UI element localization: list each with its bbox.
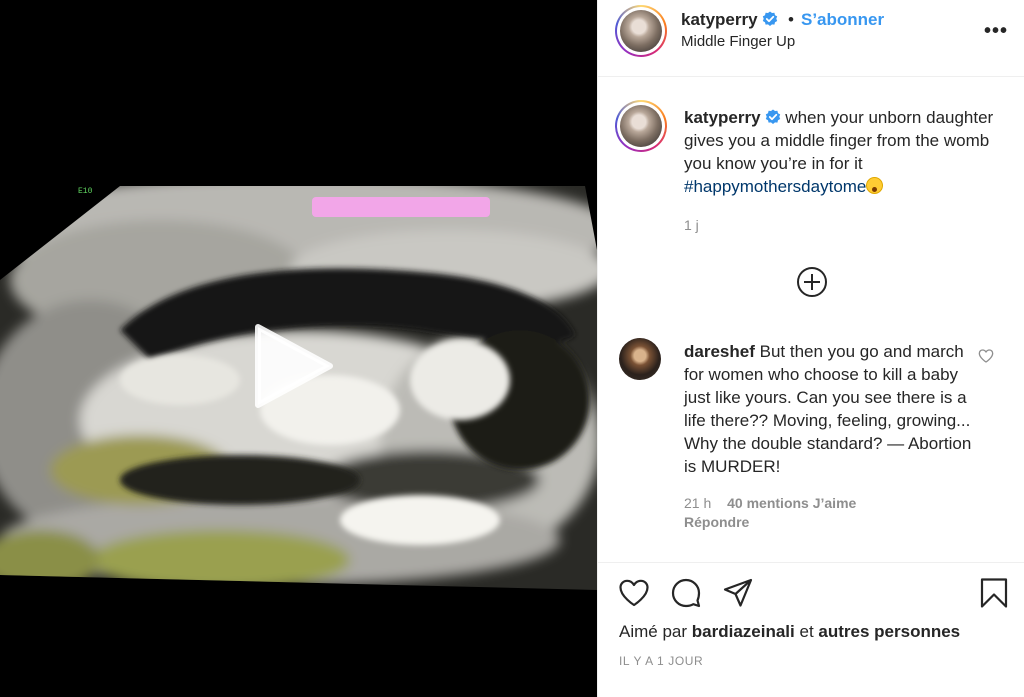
post-panel: katyperry • S’abonner Middle Finger Up •… [597,0,1024,697]
liked-others-link[interactable]: autres personnes [818,622,960,641]
comment-text: dareshef But then you go and march for w… [684,340,974,478]
liked-by-text: Aimé par bardiazeinali et autres personn… [619,622,960,642]
caption-username[interactable]: katyperry [684,108,761,127]
author-username-link[interactable]: katyperry [681,10,778,30]
share-paper-plane-icon[interactable] [722,577,754,609]
scan-overlay-label: E10 [78,187,93,196]
caption-text: katyperry when your unborn daughter give… [684,106,994,198]
liked-user-link[interactable]: bardiazeinali [692,622,795,641]
comment-bubble-icon[interactable] [670,577,702,609]
play-button[interactable] [252,323,334,409]
post-header: katyperry • S’abonner Middle Finger Up •… [598,0,1024,77]
more-options-button[interactable]: ••• [984,20,1008,43]
hashtag-link[interactable]: #happymothersdaytome [684,177,866,196]
comment-likes-link[interactable]: 40 mentions J’aime [727,495,856,511]
verified-badge-icon [762,11,777,26]
post-actions: Aimé par bardiazeinali et autres personn… [598,562,1024,697]
verified-badge-icon [765,109,780,124]
location-link[interactable]: Middle Finger Up [681,33,795,50]
author-avatar[interactable] [615,5,667,57]
separator-dot: • [788,10,794,29]
caption-avatar[interactable] [615,100,667,152]
post-media[interactable]: E10 [0,0,597,697]
flushed-face-emoji-icon [866,177,884,194]
comment-body: But then you go and march for women who … [684,342,972,476]
commenter-avatar[interactable] [619,338,661,380]
play-icon [255,324,333,408]
reply-button[interactable]: Répondre [684,514,749,530]
like-comment-heart-icon[interactable] [978,348,994,364]
comment-meta: 21 h 40 mentions J’aime [684,495,856,511]
load-more-comments-icon[interactable] [796,266,828,298]
commenter-username[interactable]: dareshef [684,342,755,361]
author-username[interactable]: katyperry [681,10,758,29]
comment-timestamp: 21 h [684,495,712,511]
save-bookmark-icon[interactable] [978,577,1010,609]
censor-bar [312,197,490,217]
like-heart-icon[interactable] [618,577,650,609]
caption-timestamp: 1 j [684,217,699,233]
liked-prefix: Aimé par [619,622,688,641]
post-date[interactable]: IL Y A 1 JOUR [619,654,703,668]
liked-conj: et [799,622,814,641]
follow-button[interactable]: S’abonner [801,10,884,30]
